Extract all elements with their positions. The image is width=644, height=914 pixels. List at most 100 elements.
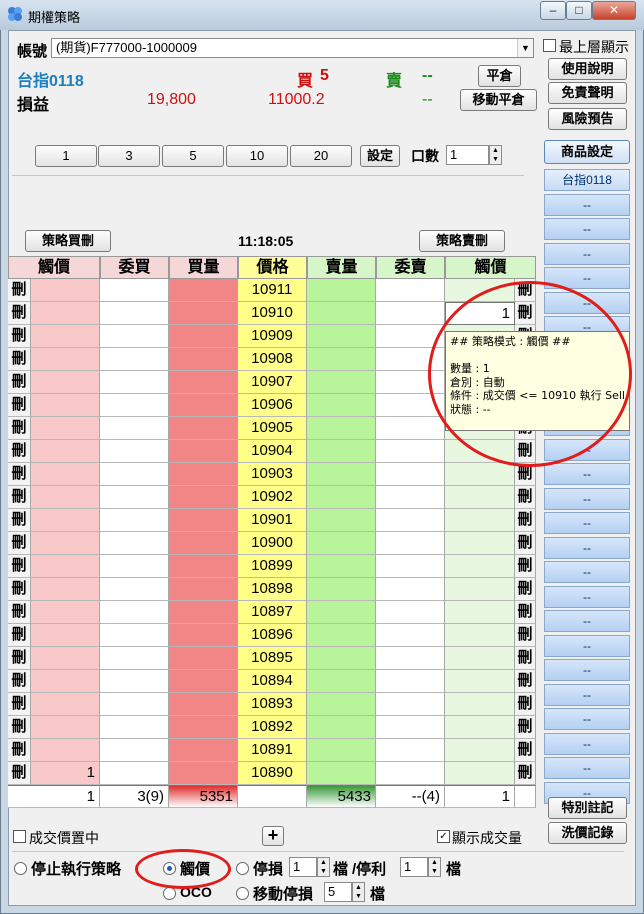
product-item[interactable]: -- [544,659,630,681]
product-item[interactable]: -- [544,536,630,559]
delete-buy-cell[interactable]: 刪 [8,762,31,785]
ask-order-cell[interactable] [376,417,445,440]
left-trigger-cell[interactable] [31,348,100,371]
trailing-stop-radio[interactable] [236,887,249,900]
delete-buy-cell[interactable]: 刪 [8,509,31,532]
left-trigger-cell[interactable] [31,601,100,624]
delete-buy-cell[interactable]: 刪 [8,486,31,509]
delete-buy-cell[interactable]: 刪 [8,279,31,302]
bid-order-cell[interactable] [100,279,169,302]
right-trigger-cell[interactable] [445,670,515,693]
product-item[interactable]: -- [544,585,630,608]
stop-loss-spinner[interactable]: ▲ ▼ [317,857,330,877]
qty-preset-button[interactable]: 3 [98,145,160,167]
header-left-trigger[interactable]: 觸價 [8,256,100,279]
ask-order-cell[interactable] [376,739,445,762]
bid-order-cell[interactable] [100,693,169,716]
right-trigger-cell[interactable] [445,693,515,716]
delete-sell-cell[interactable]: 刪 [515,647,536,670]
product-settings-button[interactable]: 商品設定 [544,140,630,164]
product-item[interactable]: -- [544,512,630,534]
delete-sell-cell[interactable]: 刪 [515,532,536,555]
close-button[interactable]: ✕ [592,1,636,20]
ask-order-cell[interactable] [376,486,445,509]
right-trigger-cell[interactable] [445,578,515,601]
delete-buy-cell[interactable]: 刪 [8,463,31,486]
left-trigger-cell[interactable] [31,716,100,739]
chevron-down-icon[interactable]: ▼ [517,39,533,57]
left-trigger-cell[interactable] [31,463,100,486]
left-trigger-cell[interactable] [31,647,100,670]
bid-order-cell[interactable] [100,555,169,578]
wash-record-button[interactable]: 洗價記錄 [548,822,627,844]
delete-buy-cell[interactable]: 刪 [8,647,31,670]
delete-buy-cell[interactable]: 刪 [8,532,31,555]
delete-sell-cell[interactable]: 刪 [515,486,536,509]
add-button[interactable]: + [262,826,284,846]
ask-order-cell[interactable] [376,624,445,647]
right-trigger-cell[interactable] [445,463,515,486]
header-ask-volume[interactable]: 賣量 [307,256,376,279]
product-item[interactable]: -- [544,242,630,265]
delete-buy-cell[interactable]: 刪 [8,348,31,371]
delete-buy-cell[interactable]: 刪 [8,578,31,601]
set-button[interactable]: 設定 [360,145,400,167]
left-trigger-cell[interactable] [31,486,100,509]
stop-loss-radio[interactable] [236,862,249,875]
right-trigger-cell[interactable] [445,647,515,670]
bid-order-cell[interactable] [100,762,169,785]
right-trigger-cell[interactable] [445,555,515,578]
delete-sell-cell[interactable]: 刪 [515,509,536,532]
trailing-stop-input[interactable]: 5 [324,882,352,902]
ask-order-cell[interactable] [376,463,445,486]
strategy-sell-delete-button[interactable]: 策略賣刪 [419,230,505,252]
product-item[interactable]: -- [544,683,630,706]
bid-order-cell[interactable] [100,578,169,601]
delete-buy-cell[interactable]: 刪 [8,693,31,716]
delete-sell-cell[interactable]: 刪 [515,693,536,716]
close-position-button[interactable]: 平倉 [478,65,521,87]
ask-order-cell[interactable] [376,647,445,670]
ask-order-cell[interactable] [376,601,445,624]
delete-sell-cell[interactable]: 刪 [515,578,536,601]
center-trade-checkbox[interactable] [13,830,26,843]
product-item[interactable]: -- [544,757,630,779]
take-profit-input[interactable]: 1 [400,857,428,877]
right-trigger-cell[interactable] [445,509,515,532]
product-item-selected[interactable]: 台指0118 [544,169,630,191]
product-item[interactable]: -- [544,561,630,583]
delete-buy-cell[interactable]: 刪 [8,716,31,739]
left-trigger-cell[interactable] [31,325,100,348]
delete-sell-cell[interactable]: 刪 [515,716,536,739]
right-trigger-cell[interactable] [445,532,515,555]
bid-order-cell[interactable] [100,394,169,417]
header-bid-volume[interactable]: 買量 [169,256,238,279]
right-trigger-cell[interactable] [445,739,515,762]
stop-strategy-radio[interactable] [14,862,27,875]
delete-buy-cell[interactable]: 刪 [8,739,31,762]
disclaimer-button[interactable]: 免責聲明 [548,82,627,104]
bid-order-cell[interactable] [100,532,169,555]
left-trigger-cell[interactable] [31,693,100,716]
delete-buy-cell[interactable]: 刪 [8,601,31,624]
left-trigger-cell[interactable] [31,394,100,417]
delete-sell-cell[interactable]: 刪 [515,739,536,762]
delete-sell-cell[interactable]: 刪 [515,670,536,693]
qty-input[interactable]: 1 [446,145,489,165]
take-profit-spinner[interactable]: ▲ ▼ [428,857,441,877]
delete-sell-cell[interactable]: 刪 [515,601,536,624]
right-trigger-cell[interactable] [445,486,515,509]
bid-order-cell[interactable] [100,486,169,509]
bid-order-cell[interactable] [100,325,169,348]
left-trigger-cell[interactable] [31,371,100,394]
show-volume-checkbox[interactable]: ✓ [437,830,450,843]
product-item[interactable]: -- [544,218,630,240]
ask-order-cell[interactable] [376,693,445,716]
delete-buy-cell[interactable]: 刪 [8,302,31,325]
right-trigger-cell[interactable] [445,601,515,624]
left-trigger-cell[interactable] [31,532,100,555]
qty-spinner[interactable]: ▲ ▼ [489,145,502,165]
product-item[interactable]: -- [544,610,630,632]
product-item[interactable]: -- [544,487,630,510]
header-bid-orders[interactable]: 委買 [100,256,169,279]
